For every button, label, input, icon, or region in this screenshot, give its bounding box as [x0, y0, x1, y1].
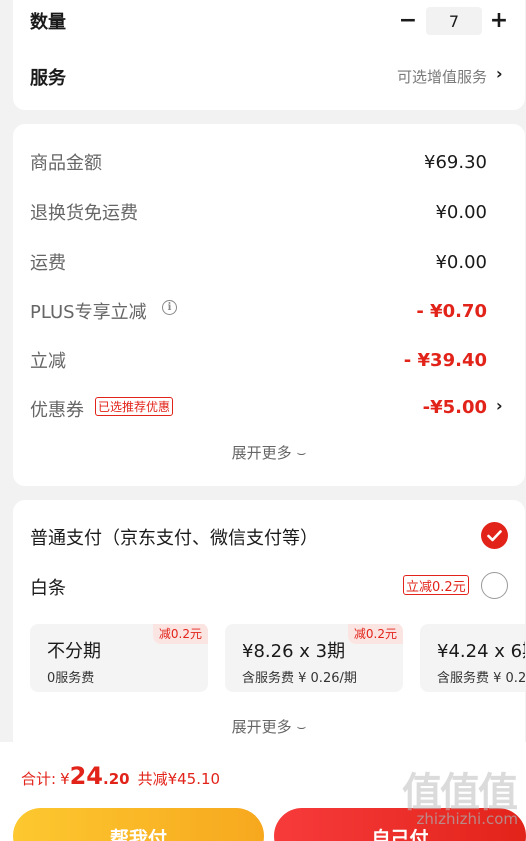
baitiao-promo-tag: 立减0.2元 [403, 575, 469, 595]
plan-discount-tag: 减0.2元 [347, 624, 403, 644]
fee-label: 运费 [30, 253, 66, 274]
quantity-service-card: 数量 − 7 + 服务 可选增值服务 › [13, 0, 525, 110]
fee-value: ¥0.00 [435, 252, 487, 273]
coupon-tag: 已选推荐优惠 [95, 397, 174, 416]
check-selected-icon[interactable] [481, 522, 508, 549]
total-decimal: .20 [103, 770, 130, 788]
plan-sub-text: 含服务费 ¥ 0.24/期 [437, 671, 525, 686]
help-me-pay-button[interactable]: 帮我付 [13, 808, 264, 841]
fees-expand-more[interactable]: 展开更多 ⌣ [13, 442, 525, 463]
plan-discount-tag: 减0.2元 [152, 624, 208, 644]
total-saved: 共减¥45.10 [137, 770, 221, 788]
quantity-decrease-button[interactable]: − [396, 9, 420, 33]
fee-value: - ¥39.40 [403, 350, 487, 371]
expand-label: 展开更多 [231, 444, 292, 462]
currency-symbol: ¥ [60, 770, 70, 788]
service-hint: 可选增值服务 [396, 68, 487, 86]
plan-main-text: ¥8.26 x 3期 [242, 641, 346, 662]
order-total: 合计: ¥ 24 .20 共减¥45.10 [21, 762, 220, 790]
fee-value: -¥5.00 [422, 397, 487, 418]
payment-expand-more[interactable]: 展开更多 ⌣ [13, 716, 525, 737]
fee-value: ¥69.30 [424, 152, 487, 173]
plan-main-text: 不分期 [47, 641, 101, 662]
fee-label: 立减 [30, 351, 66, 372]
chevron-right-icon: › [496, 396, 503, 415]
chevron-down-icon: ⌣ [296, 444, 307, 462]
quantity-increase-button[interactable]: + [487, 9, 511, 33]
checkout-bar: 合计: ¥ 24 .20 共减¥45.10 帮我付 自己付 [0, 742, 526, 841]
payment-method-card: 普通支付（京东支付、微信支付等） 白条 立减0.2元 减0.2元 不分期 0服务… [13, 500, 525, 760]
plan-sub-text: 含服务费 ¥ 0.26/期 [242, 671, 357, 686]
installment-option[interactable]: ¥4.24 x 6期 含服务费 ¥ 0.24/期 [420, 624, 525, 692]
installment-option[interactable]: 减0.2元 不分期 0服务费 [30, 624, 208, 692]
fee-label: 退换货免运费 [30, 203, 138, 224]
plan-sub-text: 0服务费 [47, 671, 95, 686]
info-icon[interactable]: i [162, 300, 177, 315]
quantity-input[interactable]: 7 [426, 7, 482, 35]
fee-label: 商品金额 [30, 153, 102, 174]
normal-payment-label[interactable]: 普通支付（京东支付、微信支付等） [30, 524, 318, 550]
service-label: 服务 [30, 68, 66, 89]
chevron-down-icon: ⌣ [296, 718, 307, 736]
fee-value: ¥0.00 [435, 202, 487, 223]
chevron-right-icon: › [496, 64, 503, 83]
fee-value: - ¥0.70 [416, 301, 487, 322]
expand-label: 展开更多 [231, 718, 292, 736]
baitiao-radio[interactable] [481, 572, 508, 599]
total-label: 合计: [21, 770, 57, 788]
fee-breakdown-card: 商品金额 ¥69.30 退换货免运费 ¥0.00 运费 ¥0.00 PLUS专享… [13, 124, 525, 486]
quantity-label: 数量 [30, 12, 66, 33]
baitiao-label[interactable]: 白条 [30, 574, 66, 600]
fee-label: PLUS专享立减 [30, 302, 147, 323]
installment-option[interactable]: 减0.2元 ¥8.26 x 3期 含服务费 ¥ 0.26/期 [225, 624, 403, 692]
pay-myself-button[interactable]: 自己付 [274, 808, 526, 841]
plan-main-text: ¥4.24 x 6期 [437, 641, 525, 662]
fee-label: 优惠券 [30, 400, 84, 421]
installment-plan-list[interactable]: 减0.2元 不分期 0服务费 减0.2元 ¥8.26 x 3期 含服务费 ¥ 0… [30, 624, 525, 694]
total-integer: 24 [69, 762, 104, 790]
